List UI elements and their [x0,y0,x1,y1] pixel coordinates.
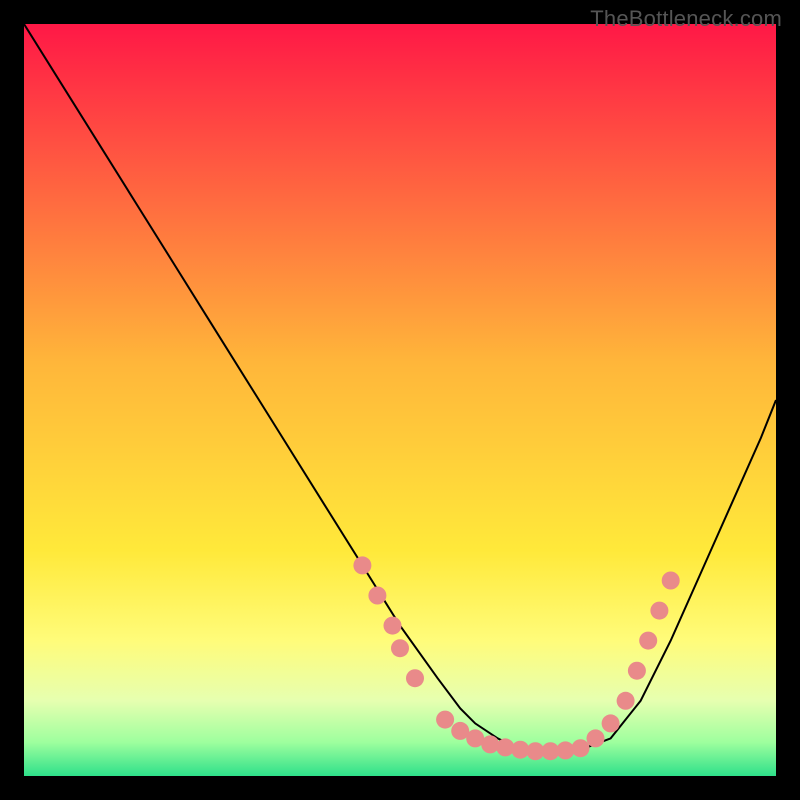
marker-point [650,602,668,620]
marker-point [391,639,409,657]
marker-point [587,729,605,747]
marker-point [602,714,620,732]
chart-frame: TheBottleneck.com [0,0,800,800]
marker-point [617,692,635,710]
chart-svg [24,24,776,776]
marker-point [481,735,499,753]
marker-point [572,739,590,757]
marker-point [639,632,657,650]
watermark-text: TheBottleneck.com [590,6,782,32]
plot-area [24,24,776,776]
gradient-background [24,24,776,776]
marker-point [368,587,386,605]
marker-point [384,617,402,635]
marker-point [556,741,574,759]
marker-point [628,662,646,680]
marker-point [662,572,680,590]
marker-point [353,556,371,574]
marker-point [436,711,454,729]
marker-point [406,669,424,687]
